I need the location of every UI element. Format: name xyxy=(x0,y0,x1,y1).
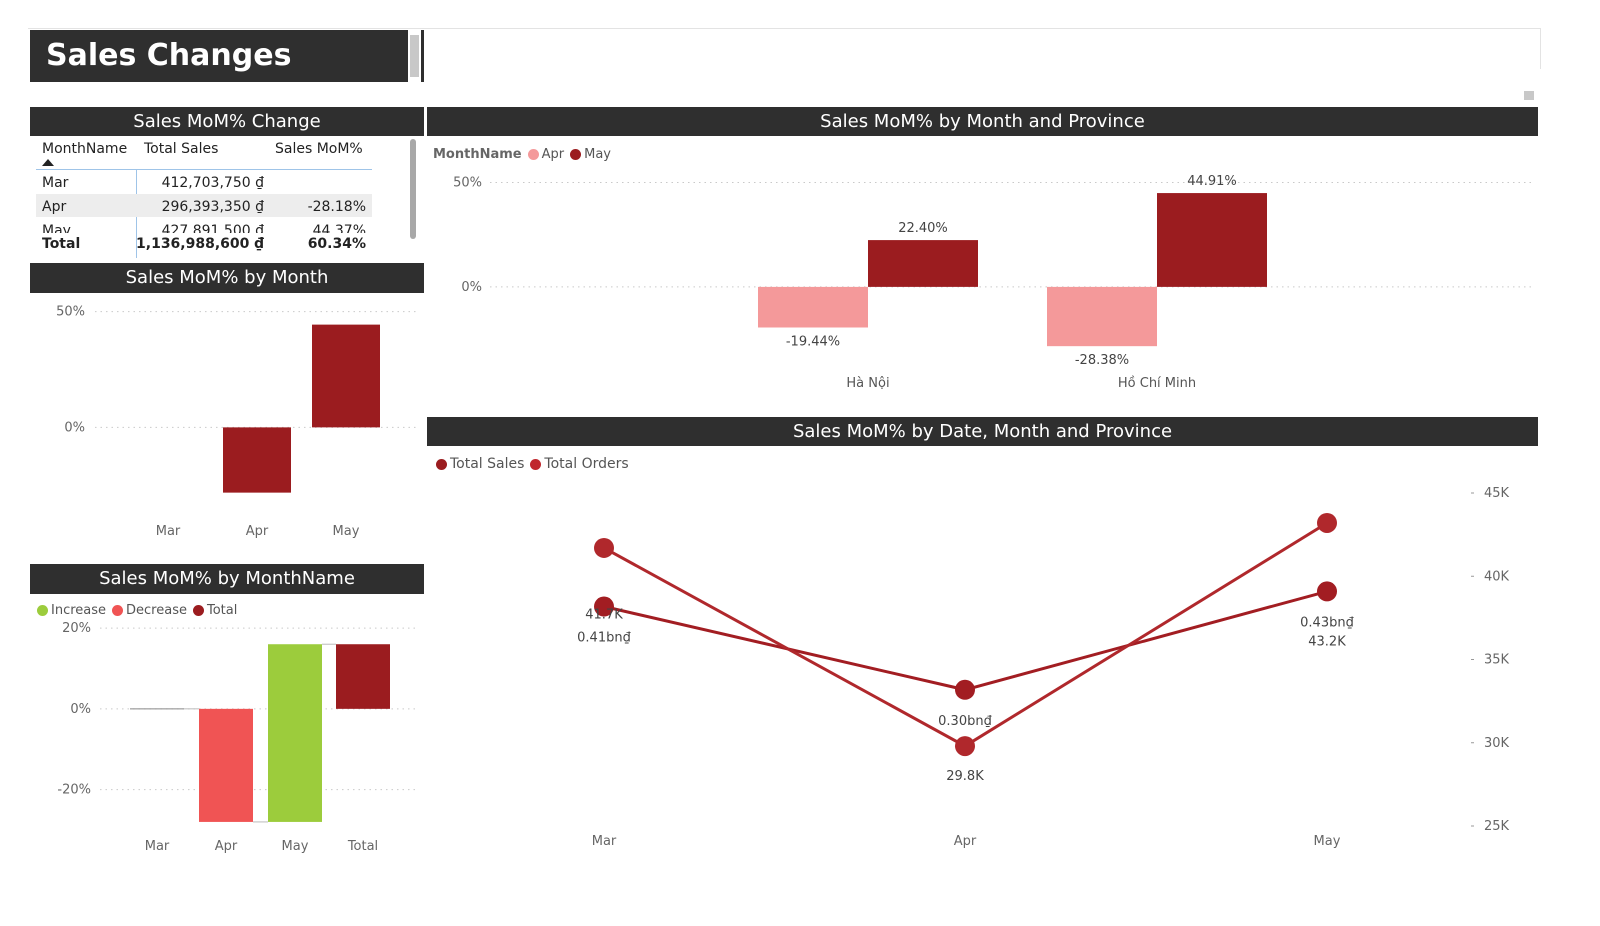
x-tick-label: Mar xyxy=(145,839,170,854)
bar[interactable] xyxy=(312,324,380,428)
y-tick-label: 0% xyxy=(461,280,482,295)
bar[interactable] xyxy=(868,240,978,287)
bar[interactable] xyxy=(223,427,291,493)
data-point[interactable] xyxy=(955,679,975,700)
series-line[interactable] xyxy=(603,521,1328,748)
bar[interactable] xyxy=(336,644,390,709)
data-label: 22.40% xyxy=(898,221,948,236)
data-point[interactable] xyxy=(594,537,614,558)
data-point[interactable] xyxy=(955,736,975,757)
y-tick-label: 50% xyxy=(56,305,85,320)
x-tick-label: Hồ Chí Minh xyxy=(1118,376,1196,391)
y2-tick-label: 35K xyxy=(1484,653,1510,668)
x-tick-label: Mar xyxy=(592,834,617,849)
y2-tick-label: 45K xyxy=(1484,486,1510,501)
x-tick-label: Mar xyxy=(156,524,181,539)
data-label: 41.7K xyxy=(585,608,623,623)
y-tick-label: 50% xyxy=(453,175,482,190)
data-label: -28.38% xyxy=(1075,353,1129,368)
x-tick-label: Apr xyxy=(954,834,977,849)
data-label: 29.8K xyxy=(946,769,984,784)
x-tick-label: Hà Nội xyxy=(846,376,889,391)
x-tick-label: Apr xyxy=(246,524,269,539)
charts-canvas: 50% 0% Mar Apr May 20% 0% -20% Mar Apr May Total 50%… xyxy=(56,174,1532,854)
data-label: 0.41bn₫ xyxy=(577,631,631,646)
data-label: -19.44% xyxy=(786,334,840,349)
y-tick-label: -20% xyxy=(57,783,91,798)
x-tick-label: May xyxy=(282,839,309,854)
bar[interactable] xyxy=(1047,286,1157,347)
y-tick-label: 0% xyxy=(70,702,91,717)
bar[interactable] xyxy=(199,708,253,822)
y-tick-label: 0% xyxy=(64,420,85,435)
bar[interactable] xyxy=(758,286,868,328)
y-tick-label: 20% xyxy=(62,621,91,636)
x-tick-label: Apr xyxy=(215,839,238,854)
x-tick-label: May xyxy=(1314,834,1341,849)
data-label: 0.30bn₫ xyxy=(938,714,992,729)
bar[interactable] xyxy=(1157,193,1267,287)
x-tick-label: May xyxy=(333,524,360,539)
data-label: 44.91% xyxy=(1187,174,1237,189)
y2-tick-label: 25K xyxy=(1484,819,1510,834)
data-label: 43.2K xyxy=(1308,634,1346,649)
data-label: 0.43bn₫ xyxy=(1300,615,1354,630)
y2-tick-label: 30K xyxy=(1484,736,1510,751)
y2-tick-label: 40K xyxy=(1484,569,1510,584)
data-point[interactable] xyxy=(1317,512,1337,533)
data-point[interactable] xyxy=(1317,581,1337,602)
x-tick-label: Total xyxy=(347,839,378,854)
bar[interactable] xyxy=(268,644,322,822)
